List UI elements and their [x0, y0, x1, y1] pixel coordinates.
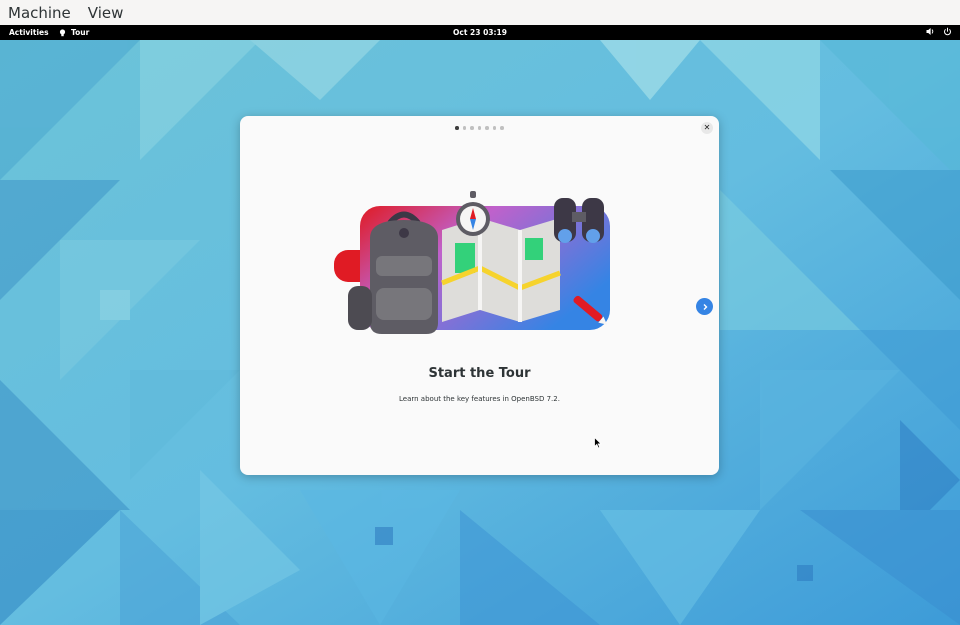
- map-icon: [441, 218, 561, 322]
- page-dot[interactable]: [470, 126, 474, 130]
- page-dot[interactable]: [492, 126, 497, 130]
- chevron-right-icon: [703, 303, 707, 310]
- close-icon: ✕: [703, 123, 711, 132]
- page-dot[interactable]: [477, 126, 482, 130]
- menu-machine[interactable]: Machine: [8, 4, 71, 22]
- volume-icon: [926, 28, 934, 35]
- tour-illustration: [334, 191, 610, 334]
- page-dot[interactable]: [500, 126, 504, 130]
- system-menu[interactable]: [926, 27, 952, 36]
- power-icon: [944, 27, 951, 36]
- compass-icon: [456, 191, 490, 236]
- clock[interactable]: Oct 23 03:19: [453, 28, 507, 37]
- next-page-button[interactable]: [696, 298, 713, 315]
- menu-view[interactable]: View: [88, 4, 124, 22]
- lightbulb-icon: [59, 28, 66, 36]
- tour-dialog: ✕ Start the Tour Learn about the key fea…: [240, 116, 719, 475]
- vm-menubar: Machine View: [0, 0, 960, 25]
- mouse-cursor-icon: [594, 437, 602, 449]
- page-dot[interactable]: [485, 126, 489, 130]
- page-dot[interactable]: [462, 126, 467, 130]
- close-button[interactable]: ✕: [701, 122, 713, 134]
- activities-button[interactable]: Activities: [9, 28, 49, 37]
- page-dot[interactable]: [455, 126, 459, 130]
- page-indicator: [240, 126, 719, 130]
- tour-title: Start the Tour: [428, 366, 531, 381]
- app-menu[interactable]: Tour: [59, 28, 89, 37]
- tour-subtitle: Learn about the key features in OpenBSD …: [399, 395, 560, 403]
- app-name: Tour: [71, 28, 90, 37]
- gnome-top-bar: Activities Tour Oct 23 03:19: [0, 25, 960, 40]
